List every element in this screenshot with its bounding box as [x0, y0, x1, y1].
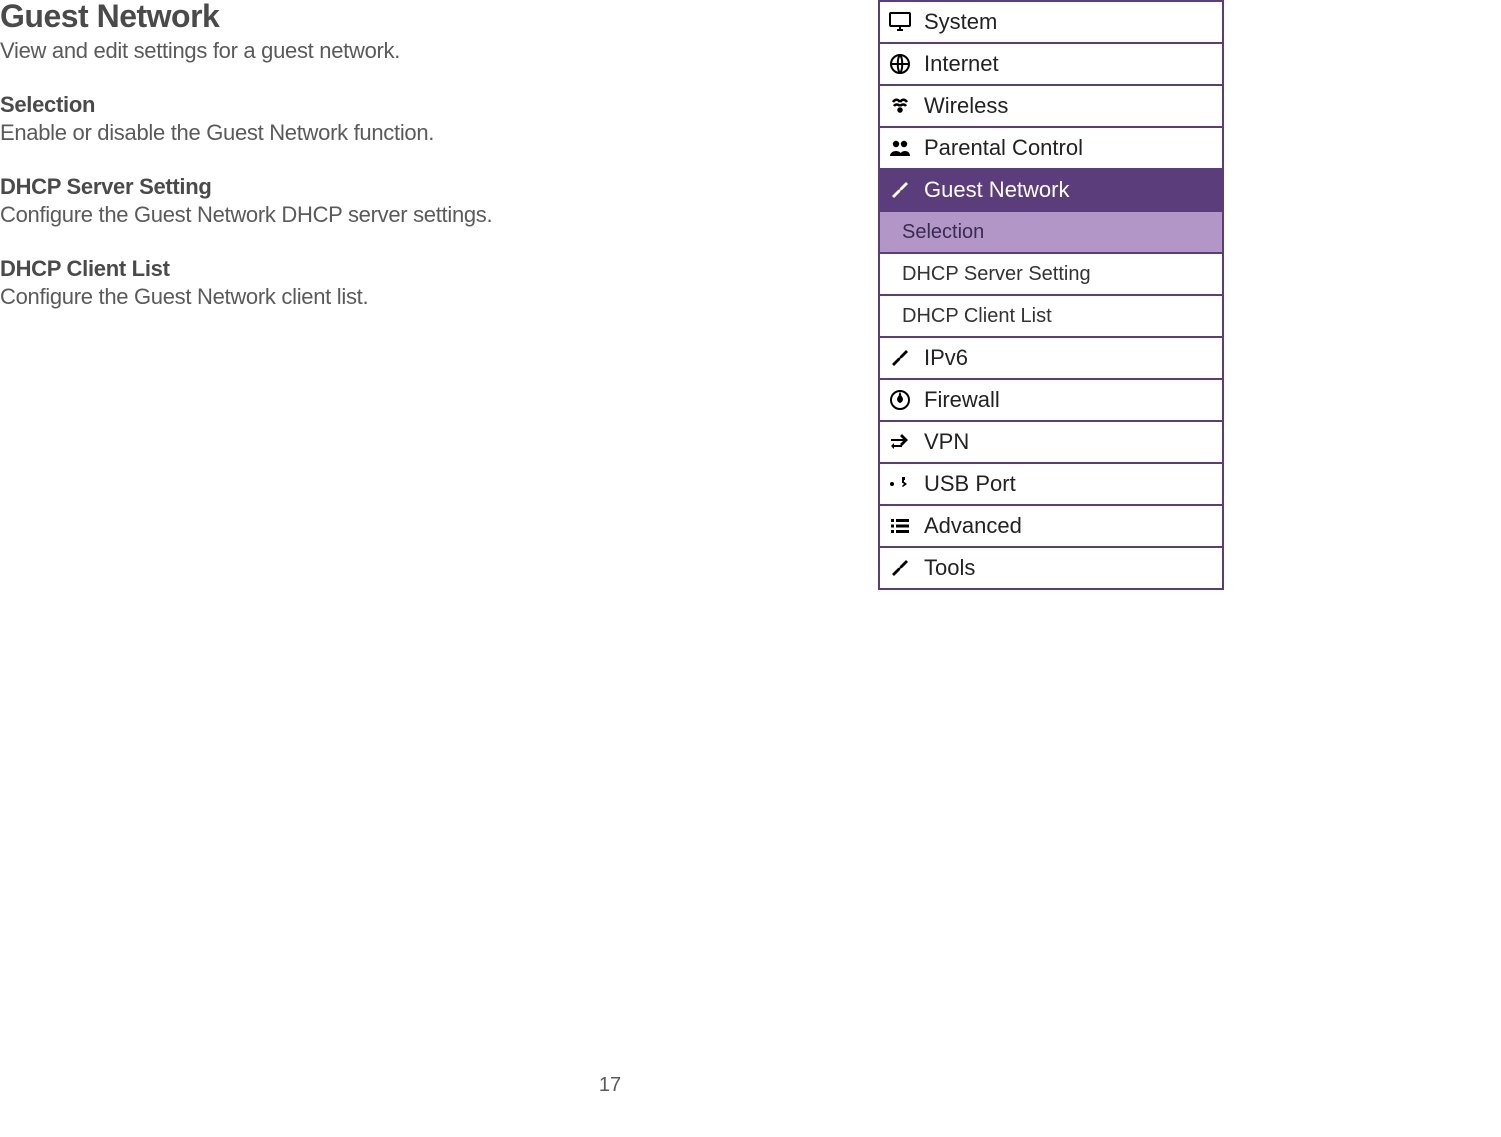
tools-icon: [886, 176, 914, 204]
nav-label: System: [924, 9, 997, 35]
nav-item-ipv6[interactable]: IPv6: [880, 338, 1222, 380]
section-selection: Selection Enable or disable the Guest Ne…: [0, 92, 870, 146]
section-desc: Enable or disable the Guest Network func…: [0, 120, 870, 146]
nav-sub-dhcp-server[interactable]: DHCP Server Setting: [880, 254, 1222, 296]
nav-item-parental-control[interactable]: Parental Control: [880, 128, 1222, 170]
section-desc: Configure the Guest Network DHCP server …: [0, 202, 870, 228]
nav-sub-label: DHCP Client List: [902, 305, 1052, 328]
page-title: Guest Network: [0, 0, 870, 32]
nav-label: Wireless: [924, 93, 1008, 119]
list-icon: [886, 512, 914, 540]
nav-item-vpn[interactable]: VPN: [880, 422, 1222, 464]
nav-label: Guest Network: [924, 177, 1070, 203]
page-description: View and edit settings for a guest netwo…: [0, 38, 870, 64]
arrows-icon: [886, 428, 914, 456]
tools-icon: [886, 344, 914, 372]
content-column: Guest Network View and edit settings for…: [0, 0, 870, 310]
section-desc: Configure the Guest Network client list.: [0, 284, 870, 310]
page-number: 17: [0, 1074, 1220, 1097]
nav-sub-label: Selection: [902, 221, 984, 244]
section-title: Selection: [0, 92, 870, 118]
nav-item-tools[interactable]: Tools: [880, 548, 1222, 590]
nav-item-wireless[interactable]: Wireless: [880, 86, 1222, 128]
nav-label: Internet: [924, 51, 999, 77]
nav-label: VPN: [924, 429, 969, 455]
globe-icon: [886, 50, 914, 78]
section-title: DHCP Client List: [0, 256, 870, 282]
nav-sub-selection[interactable]: Selection: [880, 212, 1222, 254]
section-dhcp-server: DHCP Server Setting Configure the Guest …: [0, 174, 870, 228]
section-dhcp-client: DHCP Client List Configure the Guest Net…: [0, 256, 870, 310]
nav-item-firewall[interactable]: Firewall: [880, 380, 1222, 422]
nav-panel: System Internet Wireless Parental Contro…: [878, 0, 1224, 590]
monitor-icon: [886, 8, 914, 36]
nav-label: Advanced: [924, 513, 1022, 539]
signal-icon: [886, 92, 914, 120]
tools-icon: [886, 554, 914, 582]
nav-label: Tools: [924, 555, 975, 581]
nav-item-internet[interactable]: Internet: [880, 44, 1222, 86]
users-icon: [886, 134, 914, 162]
nav-label: USB Port: [924, 471, 1016, 497]
section-title: DHCP Server Setting: [0, 174, 870, 200]
nav-sub-dhcp-client[interactable]: DHCP Client List: [880, 296, 1222, 338]
nav-item-guest-network[interactable]: Guest Network: [880, 170, 1222, 212]
fire-icon: [886, 386, 914, 414]
nav-item-system[interactable]: System: [880, 2, 1222, 44]
nav-label: Firewall: [924, 387, 1000, 413]
nav-item-advanced[interactable]: Advanced: [880, 506, 1222, 548]
nav-sub-label: DHCP Server Setting: [902, 263, 1091, 286]
nav-item-usb-port[interactable]: USB Port: [880, 464, 1222, 506]
usb-icon: [886, 470, 914, 498]
nav-label: IPv6: [924, 345, 968, 371]
nav-label: Parental Control: [924, 135, 1083, 161]
